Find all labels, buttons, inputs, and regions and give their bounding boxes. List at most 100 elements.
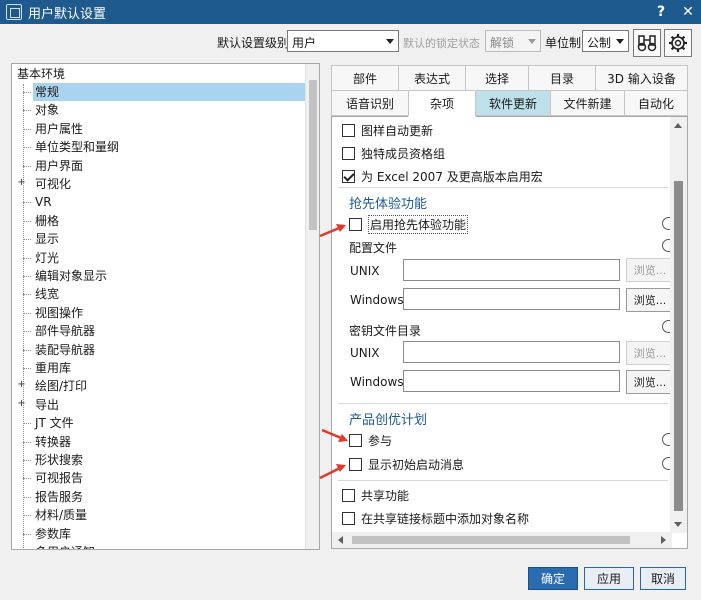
tree-item[interactable]: 显示 bbox=[12, 230, 306, 248]
tree-item[interactable]: 对象 bbox=[12, 101, 306, 119]
panel-vertical-scrollbar[interactable] bbox=[670, 117, 687, 533]
tab-expression[interactable]: 表达式 bbox=[398, 65, 466, 91]
tree-item[interactable]: 参数库 bbox=[12, 525, 306, 543]
tree-item[interactable]: + 绘图/打印 bbox=[12, 377, 306, 395]
tree-item[interactable]: 常规 bbox=[12, 83, 306, 101]
tree-branch-line bbox=[23, 128, 31, 130]
find-button[interactable] bbox=[633, 29, 661, 57]
tree-item[interactable]: 可视报告 bbox=[12, 469, 306, 487]
tab-directory[interactable]: 目录 bbox=[528, 65, 596, 91]
tree-root[interactable]: 基本环境 bbox=[12, 65, 306, 83]
tab-selection[interactable]: 选择 bbox=[465, 65, 529, 91]
tree-scrollbar[interactable] bbox=[305, 64, 319, 549]
tree-item[interactable]: 单位类型和量纲 bbox=[12, 138, 306, 156]
tree-item-label: 用户界面 bbox=[35, 158, 84, 173]
key-windows-input[interactable] bbox=[403, 370, 620, 392]
tree-item[interactable]: 多用户通知 bbox=[12, 543, 306, 549]
option-enable-early-access[interactable]: 启用抢先体验功能 bbox=[349, 214, 469, 234]
help-button[interactable]: ? bbox=[649, 0, 673, 24]
tree-item[interactable]: 栅格 bbox=[12, 212, 306, 230]
tree-item[interactable]: 用户属性 bbox=[12, 120, 306, 138]
lock-dropdown: 解锁 bbox=[485, 30, 541, 52]
tree-item[interactable]: + 可视化 bbox=[12, 175, 306, 193]
tree-item[interactable]: 部件导航器 bbox=[12, 322, 306, 340]
config-windows-input[interactable] bbox=[403, 288, 620, 310]
tree-item-label: 栅格 bbox=[35, 213, 60, 228]
option-excel-macros[interactable]: 为 Excel 2007 及更高版本启用宏 bbox=[342, 167, 543, 185]
apply-button[interactable]: 应用 bbox=[584, 567, 634, 590]
checkbox[interactable] bbox=[349, 457, 362, 471]
tree-item[interactable]: + 导出 bbox=[12, 396, 306, 414]
tab-file-new[interactable]: 文件新建 bbox=[550, 90, 625, 116]
tab-part[interactable]: 部件 bbox=[331, 65, 399, 91]
tree-item[interactable]: 转换器 bbox=[12, 433, 306, 451]
config-windows-browse-button[interactable]: 浏览... bbox=[626, 288, 674, 312]
tree-item[interactable]: 用户界面 bbox=[12, 157, 306, 175]
ok-button[interactable]: 确定 bbox=[528, 567, 578, 590]
tree-item[interactable]: VR bbox=[12, 193, 306, 211]
panel-horizontal-scrollbar[interactable] bbox=[332, 532, 672, 548]
settings-button[interactable] bbox=[664, 29, 692, 57]
tree-item[interactable]: 视图操作 bbox=[12, 304, 306, 322]
option-show-startup-message[interactable]: 显示初始启动消息 bbox=[349, 455, 464, 473]
option-add-object-name[interactable]: 在共享链接标题中添加对象名称 bbox=[342, 509, 529, 527]
tree-item[interactable]: 线宽 bbox=[12, 285, 306, 303]
scroll-right-icon[interactable] bbox=[661, 536, 666, 544]
tree-item[interactable]: 编辑对象显示 bbox=[12, 267, 306, 285]
tree-item-label: 对象 bbox=[35, 103, 60, 118]
key-windows-label: Windows bbox=[350, 375, 404, 389]
divider bbox=[338, 403, 668, 404]
level-label: 默认设置级别 bbox=[217, 36, 290, 50]
tree-branch-line bbox=[23, 441, 31, 443]
expand-icon[interactable]: + bbox=[17, 398, 26, 409]
misc-panel: 图样自动更新 独特成员资格组 为 Excel 2007 及更高版本启用宏 抢先体… bbox=[331, 116, 688, 549]
tree-item-label: 多用户通知 bbox=[33, 543, 97, 549]
option-participate[interactable]: 参与 bbox=[349, 431, 392, 449]
checkbox[interactable] bbox=[349, 433, 362, 447]
tree-scroll-thumb[interactable] bbox=[309, 80, 317, 230]
tree-item[interactable]: 形状搜索 bbox=[12, 451, 306, 469]
tree-item[interactable]: 报告服务 bbox=[12, 488, 306, 506]
tab-automation[interactable]: 自动化 bbox=[624, 90, 688, 116]
option-label: 图样自动更新 bbox=[361, 123, 434, 138]
expand-icon[interactable]: + bbox=[17, 380, 26, 390]
checkbox[interactable] bbox=[342, 146, 355, 160]
cancel-button[interactable]: 取消 bbox=[640, 567, 686, 590]
checkbox-checked[interactable] bbox=[342, 169, 355, 183]
checkbox[interactable] bbox=[349, 217, 362, 231]
tree-item[interactable]: 重用库 bbox=[12, 359, 306, 377]
option-label: 显示初始启动消息 bbox=[368, 457, 465, 472]
tree-item[interactable]: 灯光 bbox=[12, 249, 306, 267]
tree-item[interactable]: 材料/质量 bbox=[12, 506, 306, 524]
scroll-down-icon[interactable] bbox=[674, 522, 682, 527]
level-dropdown[interactable]: 用户 bbox=[287, 30, 399, 52]
checkbox[interactable] bbox=[342, 511, 355, 525]
key-unix-input[interactable] bbox=[403, 341, 620, 363]
config-unix-input[interactable] bbox=[403, 259, 620, 281]
key-unix-browse-button: 浏览... bbox=[626, 341, 674, 365]
tab-speech[interactable]: 语音识别 bbox=[331, 90, 409, 116]
checkbox[interactable] bbox=[342, 123, 355, 137]
option-drawing-auto-update[interactable]: 图样自动更新 bbox=[342, 121, 433, 139]
scroll-up-icon[interactable] bbox=[674, 123, 682, 128]
tree-item[interactable]: JT 文件 bbox=[12, 414, 306, 432]
checkbox[interactable] bbox=[342, 488, 355, 502]
unit-dropdown[interactable]: 公制 bbox=[582, 30, 629, 52]
key-windows-browse-button[interactable]: 浏览... bbox=[626, 370, 674, 394]
unit-value: 公制 bbox=[587, 36, 612, 50]
tree-item[interactable]: 装配导航器 bbox=[12, 341, 306, 359]
expand-icon[interactable]: + bbox=[17, 178, 26, 188]
tab-misc[interactable]: 杂项 bbox=[408, 90, 476, 117]
config-windows-label: Windows bbox=[350, 293, 404, 307]
tab-software-update[interactable]: 软件更新 bbox=[475, 90, 551, 116]
option-share-feature[interactable]: 共享功能 bbox=[342, 486, 409, 504]
tree-item-label: 报告服务 bbox=[35, 489, 84, 504]
scroll-left-icon[interactable] bbox=[338, 536, 343, 544]
tree-item-label: 材料/质量 bbox=[35, 508, 88, 523]
tab-3d-input[interactable]: 3D 输入设备 bbox=[595, 65, 688, 91]
panel-scroll-thumb[interactable] bbox=[674, 181, 683, 511]
close-button[interactable]: ✕ bbox=[676, 0, 700, 24]
panel-hscroll-thumb[interactable] bbox=[352, 536, 630, 544]
chevron-down-icon bbox=[528, 39, 536, 44]
option-unique-membership[interactable]: 独特成员资格组 bbox=[342, 144, 445, 162]
